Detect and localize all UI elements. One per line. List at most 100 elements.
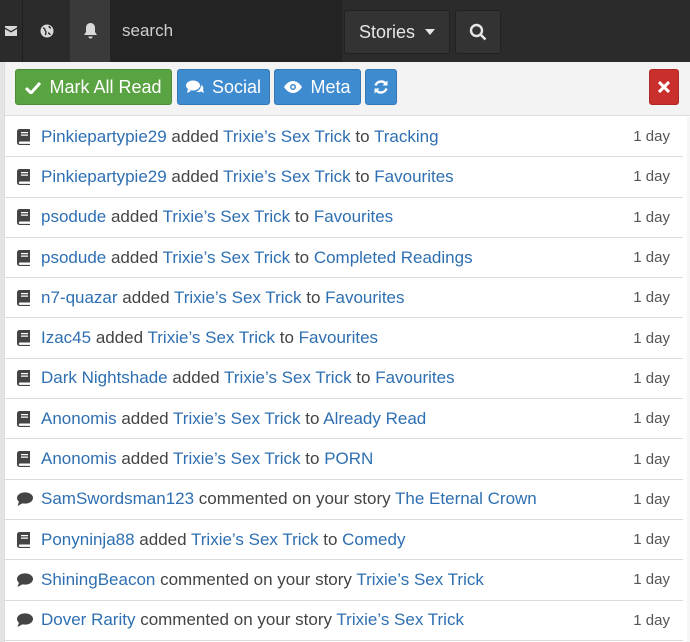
story-link[interactable]: Trixie’s Sex Trick xyxy=(163,207,291,226)
action-text: commented on your story xyxy=(135,610,337,630)
notification-row[interactable]: Pinkiepartypie29 added Trixie’s Sex Tric… xyxy=(5,117,683,158)
navbar-right-area xyxy=(505,0,690,62)
search-button[interactable] xyxy=(455,10,501,54)
story-link[interactable]: Trixie’s Sex Trick xyxy=(356,570,484,589)
notification-text: Pinkiepartypie29 added Trixie’s Sex Tric… xyxy=(41,167,454,187)
notification-text: Izac45 added Trixie’s Sex Trick to Favou… xyxy=(41,328,378,348)
notification-row[interactable]: Pinkiepartypie29 added Trixie’s Sex Tric… xyxy=(5,157,683,198)
story-link[interactable]: Trixie’s Sex Trick xyxy=(223,127,351,146)
timestamp: 1 day xyxy=(633,249,670,267)
user-link[interactable]: SamSwordsman123 xyxy=(41,489,194,508)
story-link[interactable]: Trixie’s Sex Trick xyxy=(173,409,301,428)
refresh-icon xyxy=(374,80,388,94)
book-icon xyxy=(17,289,33,306)
story-link[interactable]: Trixie’s Sex Trick xyxy=(336,610,464,629)
search-input[interactable] xyxy=(110,0,342,62)
action-text: added xyxy=(166,166,224,186)
refresh-button[interactable] xyxy=(365,69,397,105)
notification-text: psodude added Trixie’s Sex Trick to Favo… xyxy=(41,207,393,227)
notification-text: Pinkiepartypie29 added Trixie’s Sex Tric… xyxy=(41,127,439,147)
top-navbar: Stories xyxy=(0,0,690,62)
user-link[interactable]: ShiningBeacon xyxy=(41,570,155,589)
shelf-link[interactable]: Favourites xyxy=(325,288,404,307)
shelf-link[interactable]: Favourites xyxy=(374,167,453,186)
book-icon xyxy=(17,209,33,226)
mail-icon[interactable] xyxy=(0,0,22,62)
story-link[interactable]: Trixie’s Sex Trick xyxy=(163,248,291,267)
notification-row[interactable]: Anonomis added Trixie’s Sex Trick to POR… xyxy=(5,439,683,480)
timestamp: 1 day xyxy=(633,410,670,428)
story-link[interactable]: Trixie’s Sex Trick xyxy=(173,449,301,468)
shelf-link[interactable]: Comedy xyxy=(342,530,405,549)
user-link[interactable]: psodude xyxy=(41,207,106,226)
notification-row[interactable]: Dark Nightshade added Trixie’s Sex Trick… xyxy=(5,359,683,400)
notification-row[interactable]: n7-quazar added Trixie’s Sex Trick to Fa… xyxy=(5,278,683,319)
action-text: added xyxy=(106,207,163,227)
social-button[interactable]: Social xyxy=(177,69,270,105)
user-link[interactable]: Anonomis xyxy=(41,449,117,468)
timestamp: 1 day xyxy=(633,369,670,387)
comments-icon xyxy=(185,80,204,93)
action-text: added xyxy=(116,408,174,428)
stories-dropdown[interactable]: Stories xyxy=(344,10,450,54)
notification-list: Pinkiepartypie29 added Trixie’s Sex Tric… xyxy=(5,117,683,641)
user-link[interactable]: Dark Nightshade xyxy=(41,368,168,387)
comment-icon xyxy=(17,612,33,628)
shelf-link[interactable]: Favourites xyxy=(314,207,393,226)
story-link[interactable]: Trixie’s Sex Trick xyxy=(191,530,319,549)
meta-button[interactable]: Meta xyxy=(274,69,361,105)
notifications-toolbar: Mark All Read Social Meta xyxy=(5,62,690,116)
connector-text: to xyxy=(318,529,343,549)
connector-text: to xyxy=(350,126,374,146)
notification-row[interactable]: Izac45 added Trixie’s Sex Trick to Favou… xyxy=(5,318,683,359)
user-link[interactable]: Anonomis xyxy=(41,409,117,428)
story-link[interactable]: Trixie’s Sex Trick xyxy=(223,167,351,186)
user-link[interactable]: Dover Rarity xyxy=(41,610,135,629)
story-link[interactable]: Trixie’s Sex Trick xyxy=(148,328,276,347)
close-button[interactable] xyxy=(649,69,679,105)
user-link[interactable]: Pinkiepartypie29 xyxy=(41,127,167,146)
shelf-link[interactable]: Tracking xyxy=(374,127,439,146)
user-link[interactable]: Pinkiepartypie29 xyxy=(41,167,167,186)
notification-row[interactable]: Anonomis added Trixie’s Sex Trick to Alr… xyxy=(5,399,683,440)
comment-icon xyxy=(17,491,33,507)
action-text: added xyxy=(106,247,163,267)
story-link[interactable]: The Eternal Crown xyxy=(395,489,537,508)
bell-icon[interactable] xyxy=(70,0,110,62)
notification-text: Dark Nightshade added Trixie’s Sex Trick… xyxy=(41,368,455,388)
timestamp: 1 day xyxy=(633,208,670,226)
shelf-link[interactable]: Favourites xyxy=(299,328,378,347)
story-link[interactable]: Trixie’s Sex Trick xyxy=(174,288,302,307)
notification-row[interactable]: ShiningBeacon commented on your story Tr… xyxy=(5,560,683,601)
notification-row[interactable]: psodude added Trixie’s Sex Trick to Comp… xyxy=(5,238,683,279)
book-icon xyxy=(17,330,33,347)
book-icon xyxy=(17,531,33,548)
book-icon xyxy=(17,128,33,145)
globe-icon[interactable] xyxy=(22,0,70,62)
notification-row[interactable]: SamSwordsman123 commented on your story … xyxy=(5,480,683,520)
book-icon xyxy=(17,370,33,387)
notification-text: psodude added Trixie’s Sex Trick to Comp… xyxy=(41,248,473,268)
action-text: added xyxy=(91,328,148,348)
notification-text: n7-quazar added Trixie’s Sex Trick to Fa… xyxy=(41,288,405,308)
user-link[interactable]: n7-quazar xyxy=(41,288,118,307)
notification-row[interactable]: Dover Rarity commented on your story Tri… xyxy=(5,601,683,641)
shelf-link[interactable]: Completed Readings xyxy=(314,248,473,267)
notification-row[interactable]: psodude added Trixie’s Sex Trick to Favo… xyxy=(5,198,683,238)
action-text: added xyxy=(134,529,191,549)
stories-label: Stories xyxy=(358,21,416,42)
shelf-link[interactable]: PORN xyxy=(324,449,373,468)
story-link[interactable]: Trixie’s Sex Trick xyxy=(224,368,352,387)
shelf-link[interactable]: Favourites xyxy=(375,368,454,387)
timestamp: 1 day xyxy=(633,531,670,549)
connector-text: to xyxy=(300,408,324,428)
user-link[interactable]: psodude xyxy=(41,248,106,267)
user-link[interactable]: Ponyninja88 xyxy=(41,530,135,549)
action-text: commented on your story xyxy=(155,569,357,589)
eye-icon xyxy=(284,81,303,93)
notification-row[interactable]: Ponyninja88 added Trixie’s Sex Trick to … xyxy=(5,520,683,561)
notification-text: Anonomis added Trixie’s Sex Trick to Alr… xyxy=(41,409,426,429)
mark-all-read-button[interactable]: Mark All Read xyxy=(15,69,172,105)
shelf-link[interactable]: Already Read xyxy=(323,409,426,428)
user-link[interactable]: Izac45 xyxy=(41,328,91,347)
